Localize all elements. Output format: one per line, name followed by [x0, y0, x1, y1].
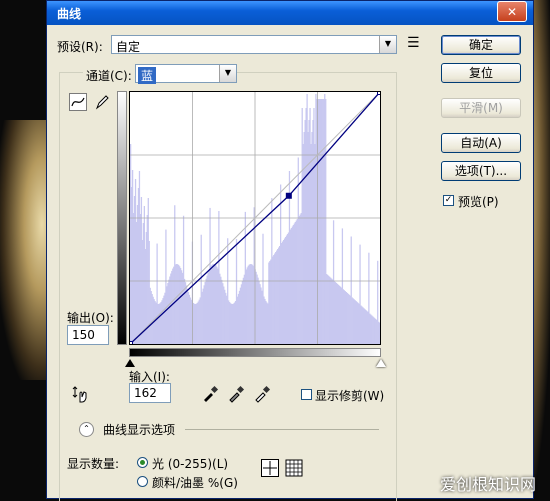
reset-button[interactable]: 复位: [441, 63, 521, 83]
expand-toggle-icon[interactable]: ⌃: [79, 422, 94, 437]
control-point[interactable]: [127, 341, 133, 347]
pigment-radio-label: 颜料/油墨 %(G): [152, 476, 238, 490]
curves-dialog: 曲线 ✕ 预设(R): 自定 ▼ ☰ 确定 复位 平滑(M) 自动(A) 选项(…: [46, 0, 534, 501]
show-clipping-label: 显示修剪(W): [315, 389, 385, 403]
pencil-icon[interactable]: [93, 93, 111, 111]
show-amount-label: 显示数量:: [67, 457, 120, 471]
white-point-slider[interactable]: [376, 359, 386, 367]
light-radio-label: 光 (0-255)(L): [152, 457, 229, 471]
watermark-text: 爱创根知识网: [439, 475, 536, 494]
input-field[interactable]: 162: [129, 383, 171, 403]
curve-svg[interactable]: [127, 89, 383, 347]
gray-eyedropper-icon[interactable]: [227, 385, 245, 403]
white-eyedropper-icon[interactable]: [253, 385, 271, 403]
show-clipping-checkbox[interactable]: [301, 389, 312, 400]
light-radio[interactable]: [137, 457, 148, 468]
ok-button[interactable]: 确定: [441, 35, 521, 55]
black-eyedropper-icon[interactable]: [201, 385, 219, 403]
title-bar[interactable]: 曲线 ✕: [47, 1, 533, 25]
simple-grid-icon[interactable]: [261, 459, 279, 477]
selected-control-point[interactable]: [285, 192, 292, 199]
histogram-bar: [379, 322, 381, 344]
close-button[interactable]: ✕: [497, 1, 527, 22]
input-gradient-bar: [129, 348, 381, 357]
auto-button[interactable]: 自动(A): [441, 133, 521, 153]
section-divider: [185, 429, 379, 430]
preset-menu-icon[interactable]: ☰: [407, 35, 420, 51]
smooth-button[interactable]: 平滑(M): [441, 98, 521, 118]
black-point-slider[interactable]: [125, 359, 135, 367]
curve-chart[interactable]: [127, 89, 383, 347]
curve-tool-icon[interactable]: [69, 93, 87, 111]
window-title: 曲线: [57, 7, 82, 21]
chevron-down-icon[interactable]: ▼: [219, 65, 236, 82]
curve-display-options-label: 曲线显示选项: [103, 423, 176, 437]
control-point[interactable]: [377, 89, 383, 95]
preset-select[interactable]: 自定 ▼: [111, 35, 397, 54]
preset-value: 自定: [116, 40, 141, 54]
preview-checkbox[interactable]: ✓: [443, 195, 454, 206]
chevron-down-icon[interactable]: ▼: [379, 36, 396, 53]
output-gradient-bar: [117, 91, 127, 345]
pigment-radio[interactable]: [137, 476, 148, 487]
channel-select[interactable]: 蓝 ▼: [135, 64, 237, 84]
preset-label: 预设(R):: [57, 40, 103, 54]
hand-adjust-icon[interactable]: [71, 384, 91, 404]
output-field[interactable]: 150: [67, 325, 109, 345]
options-button[interactable]: 选项(T)...: [441, 161, 521, 181]
channel-label: 通道(C):: [83, 67, 135, 84]
output-label: 输出(O):: [67, 311, 114, 325]
channel-value: 蓝: [138, 67, 157, 84]
preview-label: 预览(P): [458, 195, 499, 209]
detailed-grid-icon[interactable]: [285, 459, 303, 477]
